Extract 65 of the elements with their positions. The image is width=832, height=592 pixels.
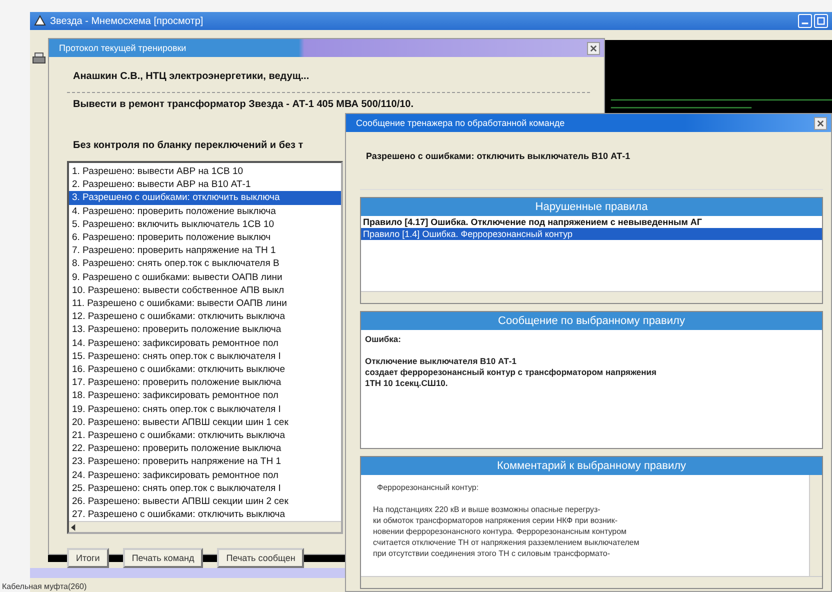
rule-row[interactable]: Правило [4.17] Ошибка. Отключение под напряжением с невыведенным АГ xyxy=(361,216,822,228)
left-arrow-icon xyxy=(71,524,76,531)
command-item[interactable]: 23. Разрешено: проверить напряжение на ТН 1 xyxy=(69,455,341,469)
rule-message-label: Ошибка: xyxy=(365,334,402,345)
app-icon xyxy=(34,15,46,27)
command-item[interactable]: 16. Разрешено с ошибками: отключить выключе xyxy=(69,363,341,376)
section-header: Сообщение по выбранному правилу xyxy=(361,312,822,330)
command-item[interactable]: 10. Разрешено: вывести собственное АПВ выкл xyxy=(69,284,341,298)
maximize-icon xyxy=(817,17,825,25)
dialog-title: Сообщение тренажера по обработанной команде xyxy=(356,118,565,128)
comment-paragraph: На подстанциях 220 кВ и выше возможны опасные перегруз- ки обмоток трансформаторов напряжения серии НКФ при возник- новении феррорезонансного контура. Феррорезонансным контуром считается отключение ТН от напряжения разземлением выключателем при отсутствии соединения этого ТН с силовым трансформато- xyxy=(373,504,640,559)
maximize-button[interactable] xyxy=(814,14,828,28)
comment-title: Феррорезонансный контур: xyxy=(376,483,480,492)
command-item[interactable]: 21. Разрешено с ошибками: отключить выключа xyxy=(69,429,341,442)
vertical-scrollbar[interactable] xyxy=(809,475,822,576)
status-text: Кабельная муфта(260) xyxy=(2,582,87,591)
command-item[interactable]: 20. Разрешено: вывести АПВШ секции шин 1 сек xyxy=(69,416,341,430)
close-button[interactable] xyxy=(814,116,827,130)
command-item[interactable]: 9. Разрешено с ошибками: вывести ОАПВ лини xyxy=(69,270,341,284)
command-item[interactable]: 2. Разрешено: вывести АВР на В10 АТ-1 xyxy=(69,178,341,192)
rule-message: Отключение выключателя В10 АТ-1 создает феррорезонансный контур с трансформатором напряжения 1ТН 10 1секц.СШ10. xyxy=(365,356,658,389)
close-icon xyxy=(590,44,597,52)
command-item[interactable]: 13. Разрешено: проверить положение выключа xyxy=(69,323,341,337)
rule-code: Правило [1.4] xyxy=(363,229,420,239)
command-item[interactable]: 27. Разрешено с ошибками: отключить выключа xyxy=(69,508,341,522)
command-item[interactable]: 3. Разрешено с ошибками: отключить выключа xyxy=(69,191,341,205)
section-header: Комментарий к выбранному правилу xyxy=(361,457,822,475)
rule-row[interactable]: Правило [1.4] Ошибка. Феррорезонансный контур xyxy=(361,228,822,240)
command-item[interactable]: 14. Разрешено: зафиксировать ремонтное пол xyxy=(69,336,341,350)
command-item[interactable]: 22. Разрешено: проверить положение выключа xyxy=(69,442,341,456)
horizontal-scrollbar[interactable] xyxy=(361,576,822,588)
command-item[interactable]: 11. Разрешено с ошибками: вывести ОАПВ лини xyxy=(69,297,341,310)
command-item[interactable]: 19. Разрешено: снять опер.ток с выключателя I xyxy=(69,402,341,416)
command-item[interactable]: 8. Разрешено: снять опер.ток с выключателя В xyxy=(69,257,341,271)
command-item[interactable]: 12. Разрешено с ошибками: отключить выключа xyxy=(69,310,341,324)
command-item[interactable]: 26. Разрешено: вывести АПВШ секции шин 2 сек xyxy=(69,495,341,508)
print-button[interactable]: Печать сообщен xyxy=(217,548,304,568)
command-item[interactable]: 15. Разрешено: снять опер.ток с выключателя I xyxy=(69,350,341,364)
close-icon xyxy=(817,120,824,126)
command-item[interactable]: 1. Разрешено: вывести АВР на 1СВ 10 xyxy=(69,165,341,178)
print-button[interactable]: Печать команд xyxy=(122,548,204,568)
list-scrollbar[interactable] xyxy=(69,521,341,532)
printer-icon[interactable] xyxy=(32,52,46,66)
trainee-name: Анашкин С.В., НТЦ электроэнергетики, ведущ... xyxy=(67,65,590,93)
command-item[interactable]: 4. Разрешено: проверить положение выключа xyxy=(69,204,341,218)
minimize-button[interactable] xyxy=(798,14,812,28)
command-item[interactable]: 17. Разрешено: проверить положение выключа xyxy=(69,376,341,390)
command-item[interactable]: 24. Разрешено: зафиксировать ремонтное пол xyxy=(69,468,341,482)
command-item[interactable]: 7. Разрешено: проверить напряжение на ТН 1 xyxy=(69,244,341,258)
command-item[interactable]: 18. Разрешено: зафиксировать ремонтное пол xyxy=(69,389,341,403)
command-item[interactable]: 5. Разрешено: включить выключатель 1СВ 10 xyxy=(69,218,341,232)
command-text: Разрешено с ошибками: отключить выключатель В10 АТ-1 xyxy=(366,151,630,161)
rule-text: Ошибка. Феррорезонансный контур xyxy=(422,229,572,239)
horizontal-scrollbar[interactable] xyxy=(361,291,822,303)
section-header: Нарушенные правила xyxy=(361,198,822,216)
task-text: Вывести в ремонт трансформатор Звезда - АТ-1 405 МВА 500/110/10. xyxy=(72,98,415,112)
dialog-title: Протокол текущей тренировки xyxy=(59,43,186,53)
rule-code: Правило [4.17] xyxy=(363,217,428,227)
print-button[interactable]: Итоги xyxy=(67,548,109,568)
command-item[interactable]: 25. Разрешено: снять опер.ток с выключателя I xyxy=(69,482,341,496)
rule-text: Ошибка. Отключение под напряжением с невыведенным АГ xyxy=(430,217,702,227)
window-title: Звезда - Мнемосхема [просмотр] xyxy=(50,16,204,26)
command-item[interactable]: 6. Разрешено: проверить положение выключ xyxy=(69,231,341,244)
mode-text: Без контроля по бланку переключений и без т xyxy=(72,139,304,153)
close-button[interactable] xyxy=(587,42,600,54)
